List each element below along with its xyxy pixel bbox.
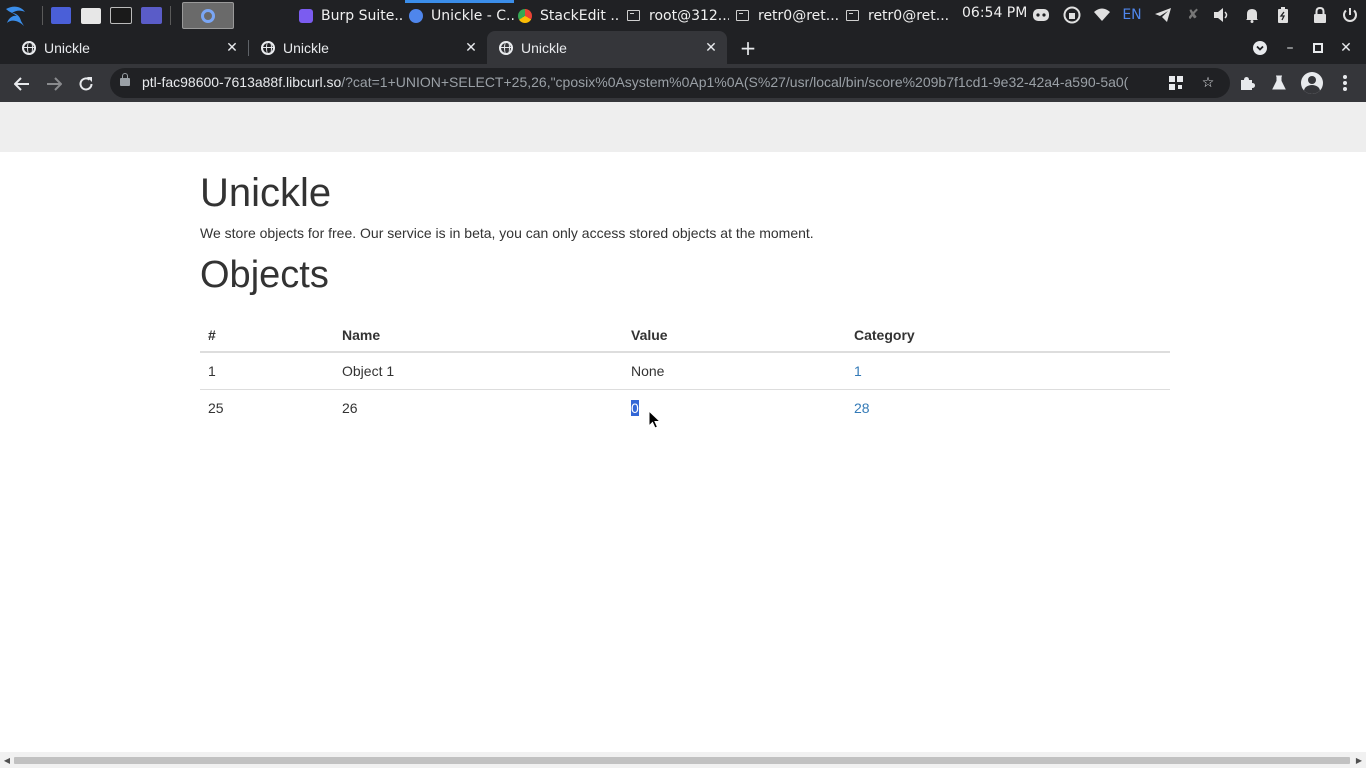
selected-value-text[interactable]: 0	[631, 399, 639, 416]
keyboard-layout-indicator[interactable]: EN	[1121, 6, 1143, 24]
screen-recorder-icon[interactable]	[141, 7, 162, 24]
address-bar[interactable]: ptl-fac98600-7613a88f.libcurl.so/?cat=1+…	[110, 68, 1230, 98]
close-tab-icon[interactable]: ✕	[224, 40, 240, 56]
horizontal-scrollbar[interactable]: ◀ ▶	[0, 752, 1366, 768]
clock[interactable]: 06:54 PM	[962, 5, 1027, 21]
chrome-launcher-icon[interactable]	[182, 2, 234, 29]
task-stackedit[interactable]: StackEdit ...	[518, 0, 618, 31]
bookmark-star-icon[interactable]: ☆	[1200, 75, 1216, 91]
profile-avatar[interactable]	[1301, 72, 1323, 94]
category-link[interactable]: 1	[854, 363, 862, 379]
cell-id: 25	[200, 388, 334, 426]
task-unickle-chrome[interactable]: Unickle - C...	[409, 0, 515, 31]
labs-flask-icon[interactable]	[1270, 74, 1288, 92]
terminal-icon	[736, 10, 749, 21]
table-row: 25 26 0 28	[200, 388, 1170, 426]
scroll-left-icon[interactable]: ◀	[2, 755, 12, 765]
browser-toolbar: ptl-fac98600-7613a88f.libcurl.so/?cat=1+…	[0, 64, 1366, 102]
os-taskbar: Burp Suite... Unickle - C... StackEdit .…	[0, 0, 1366, 31]
forward-button[interactable]	[42, 72, 66, 96]
task-terminal-retr0-1[interactable]: retr0@ret...	[736, 0, 840, 31]
tab-title: Unickle	[44, 39, 90, 56]
header-id: #	[200, 315, 334, 353]
table-header-row: # Name Value Category	[200, 315, 1170, 353]
volume-icon[interactable]	[1213, 6, 1231, 24]
globe-icon	[261, 40, 275, 55]
workspace-icon[interactable]	[51, 7, 71, 24]
telegram-icon[interactable]	[1154, 6, 1172, 24]
cell-name: 26	[334, 388, 623, 426]
objects-heading: Objects	[200, 254, 329, 296]
close-window-icon[interactable]: ✕	[1336, 38, 1356, 58]
cell-id: 1	[208, 362, 216, 379]
header-category: Category	[846, 315, 1170, 353]
objects-table: # Name Value Category 1 Object 1 None 1 …	[200, 315, 1170, 426]
browser-tab-3-active[interactable]: Unickle ✕	[487, 31, 727, 64]
globe-icon	[499, 40, 513, 55]
close-tab-icon[interactable]: ✕	[463, 40, 479, 56]
scroll-right-icon[interactable]: ▶	[1354, 755, 1364, 765]
page-container: Unickle We store objects for free. Our s…	[200, 152, 1170, 426]
header-name: Name	[334, 315, 623, 353]
burp-icon	[299, 8, 313, 23]
back-button[interactable]	[10, 72, 34, 96]
tab-search-icon[interactable]	[1250, 38, 1270, 58]
cell-value: None	[631, 362, 665, 379]
reload-button[interactable]	[74, 72, 98, 96]
cell-category: 1	[846, 352, 1170, 389]
minimize-window-icon[interactable]: –	[1280, 38, 1300, 58]
header-value: Value	[623, 315, 846, 353]
browser-tab-1[interactable]: Unickle ✕	[0, 31, 246, 64]
page-viewport: Unickle We store objects for free. Our s…	[0, 102, 1366, 752]
tab-title: Unickle	[521, 39, 567, 56]
browser-tab-strip: Unickle ✕ Unickle ✕ Unickle ✕	[0, 31, 1366, 64]
table-row: 1 Object 1 None 1	[200, 352, 1170, 389]
url-text[interactable]: ptl-fac98600-7613a88f.libcurl.so/?cat=1+…	[142, 74, 1158, 90]
intro-text: We store objects for free. Our service i…	[200, 225, 814, 241]
kali-menu-icon[interactable]	[3, 3, 29, 29]
site-navbar	[0, 102, 1366, 152]
chrome-icon	[409, 8, 423, 23]
extensions-icon[interactable]	[1238, 74, 1256, 92]
qr-code-icon[interactable]	[1168, 75, 1184, 91]
close-tab-icon[interactable]: ✕	[703, 40, 719, 56]
battery-icon[interactable]	[1274, 6, 1292, 24]
tab-title: Unickle	[283, 39, 329, 56]
discord-icon[interactable]	[1032, 6, 1050, 24]
file-manager-icon[interactable]	[81, 8, 101, 24]
chrome-icon	[518, 8, 532, 23]
terminal-icon	[846, 10, 859, 21]
bluetooth-off-icon[interactable]: ✘	[1184, 6, 1202, 24]
cell-name: Object 1	[342, 362, 395, 379]
lock-screen-icon[interactable]	[1311, 6, 1329, 24]
task-terminal-root[interactable]: root@312...	[627, 0, 729, 31]
power-icon[interactable]	[1341, 6, 1359, 24]
terminal-icon	[627, 10, 640, 21]
category-link[interactable]: 28	[854, 400, 870, 416]
new-tab-button[interactable]: +	[737, 38, 759, 60]
task-burp[interactable]: Burp Suite...	[299, 0, 403, 31]
terminal-launcher-icon[interactable]	[110, 7, 132, 24]
maximize-window-icon[interactable]	[1308, 38, 1328, 58]
wifi-icon[interactable]	[1093, 6, 1111, 24]
notifications-icon[interactable]	[1243, 6, 1261, 24]
vpn-icon[interactable]	[1063, 6, 1081, 24]
mouse-cursor-icon	[648, 410, 662, 429]
menu-kebab-icon[interactable]	[1336, 74, 1354, 92]
page-title: Unickle	[200, 171, 332, 215]
lock-icon[interactable]	[120, 73, 130, 86]
scrollbar-thumb[interactable]	[14, 757, 1350, 764]
browser-tab-2[interactable]: Unickle ✕	[239, 31, 485, 64]
cell-category: 28	[846, 388, 1170, 426]
globe-icon	[22, 40, 36, 55]
task-terminal-retr0-2[interactable]: retr0@ret...	[846, 0, 950, 31]
